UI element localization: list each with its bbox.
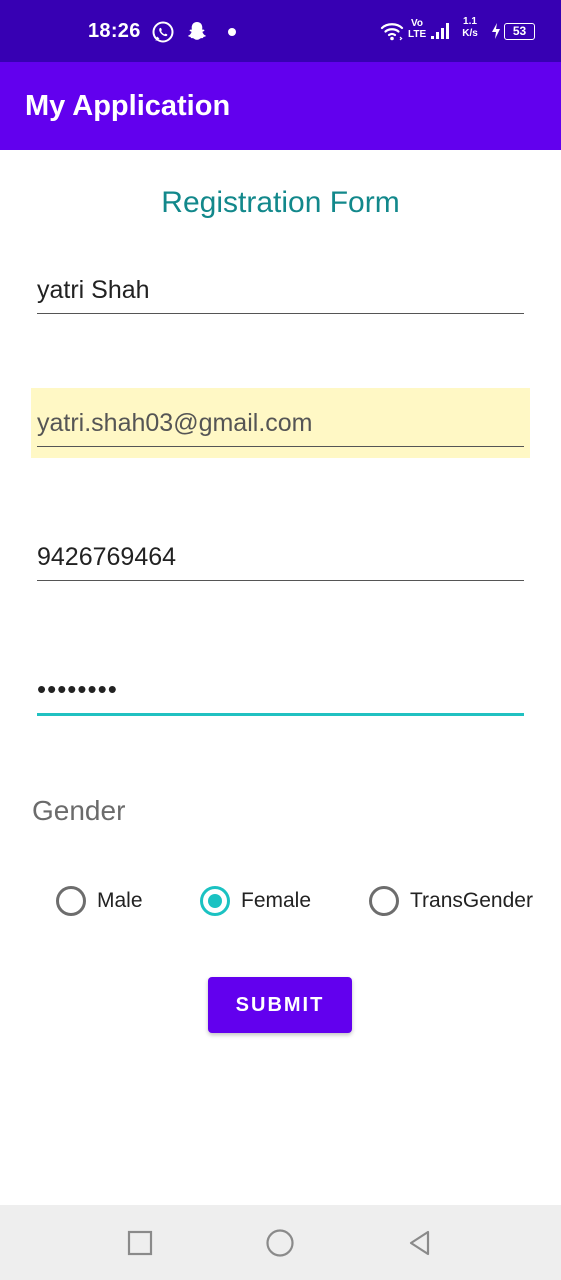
recents-icon <box>127 1230 153 1255</box>
snapchat-icon <box>188 22 206 40</box>
name-field[interactable] <box>37 276 524 314</box>
recents-button[interactable] <box>110 1205 170 1280</box>
navigation-bar <box>0 1205 561 1280</box>
radio-transgender-circle[interactable] <box>369 886 399 916</box>
back-button[interactable] <box>390 1205 450 1280</box>
volte-label: Vo LTE <box>408 18 426 40</box>
password-field[interactable] <box>37 674 524 716</box>
email-field[interactable] <box>37 409 524 447</box>
email-input[interactable] <box>37 409 524 447</box>
back-icon <box>409 1230 430 1255</box>
phone-field[interactable] <box>37 543 524 581</box>
radio-male[interactable]: Male <box>56 884 143 918</box>
radio-male-label[interactable]: Male <box>97 889 143 913</box>
app-bar: My Application <box>0 62 561 150</box>
password-input[interactable] <box>37 674 524 716</box>
radio-female[interactable]: Female <box>200 884 311 918</box>
phone-input[interactable] <box>37 543 524 581</box>
whatsapp-icon <box>152 21 174 43</box>
volte-bottom-text: LTE <box>408 29 427 40</box>
status-bar: 18:26 Vo LTE 1.1 K/s 53 <box>0 0 561 62</box>
network-speed: 1.1 K/s <box>458 16 482 40</box>
app-title: My Application <box>25 90 231 122</box>
home-button[interactable] <box>250 1205 310 1280</box>
radio-transgender-label[interactable]: TransGender <box>410 889 533 913</box>
notification-dot-icon <box>228 28 236 36</box>
network-speed-value: 1.1 <box>463 16 477 27</box>
battery-icon: 53 <box>504 23 535 40</box>
charging-icon <box>492 23 500 39</box>
radio-male-circle[interactable] <box>56 886 86 916</box>
battery-level: 53 <box>512 24 527 38</box>
radio-female-circle[interactable] <box>200 886 230 916</box>
gender-label: Gender <box>32 795 126 826</box>
network-speed-unit: K/s <box>462 28 478 39</box>
radio-female-label[interactable]: Female <box>241 889 311 913</box>
volte-top-text: Vo <box>410 18 424 29</box>
radio-transgender[interactable]: TransGender <box>369 884 533 918</box>
form-title: Registration Form <box>161 186 400 219</box>
home-icon <box>266 1228 294 1257</box>
status-time: 18:26 <box>88 20 141 42</box>
signal-icon <box>431 23 449 39</box>
name-input[interactable] <box>37 276 524 314</box>
submit-button[interactable]: SUBMIT <box>208 977 352 1033</box>
wifi-icon <box>380 23 404 41</box>
